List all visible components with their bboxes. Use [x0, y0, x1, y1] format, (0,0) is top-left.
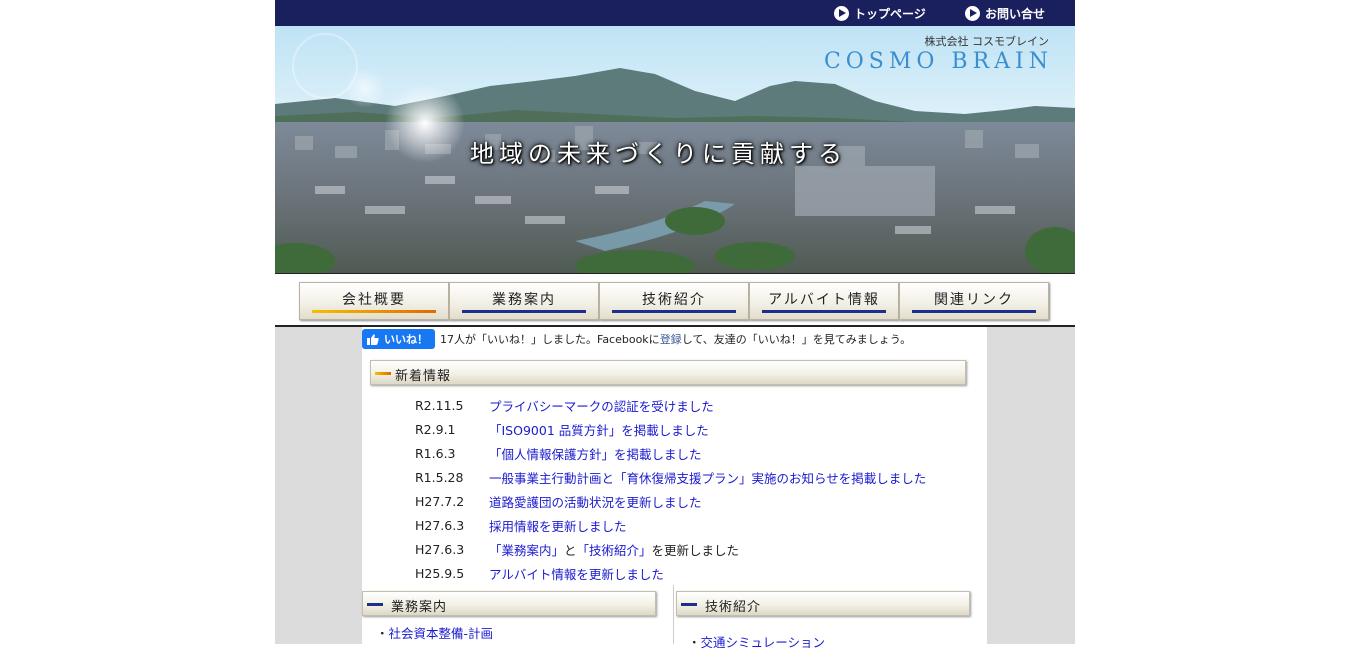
nav-underline: [612, 310, 736, 313]
facebook-text-prefix: 17人が「いいね！」しました。Facebookに: [440, 333, 660, 346]
tech-list-item: ・交通シミュレーション: [688, 635, 826, 650]
news-item: H27.7.2 道路愛護団の活動状況を更新しました: [415, 489, 975, 513]
nav-technology[interactable]: 技術紹介: [599, 282, 749, 320]
top-page-link-label: トップページ: [854, 6, 926, 21]
news-date: H27.6.3: [415, 517, 465, 533]
page-wrapper: トップページ お問い合せ 株式会社 コスモブレイン COSMO BRAIN 地域…: [275, 0, 1075, 650]
news-date: H25.9.5: [415, 565, 465, 581]
nav-underline: [462, 310, 586, 313]
news-text-mid: と: [564, 542, 577, 558]
nav-label: 業務案内: [492, 292, 556, 308]
main-nav: 会社概要 業務案内 技術紹介 アルバイト情報 関連リンク: [299, 282, 1051, 320]
news-date: H27.7.2: [415, 493, 465, 509]
tech-section-title: 技術紹介: [705, 600, 762, 615]
section-marker: [375, 372, 391, 375]
tech-section-header: 技術紹介: [676, 591, 970, 616]
banner-tagline: 地域の未来づくりに貢献する: [470, 140, 847, 168]
news-link-technology[interactable]: 「技術紹介」: [577, 543, 652, 558]
facebook-register-link[interactable]: 登録: [660, 333, 682, 346]
nav-underline: [912, 310, 1036, 313]
news-item: R1.6.3 「個人情報保護方針」を掲載しました: [415, 441, 975, 465]
facebook-like-count-text: 17人が「いいね！」しました。Facebookに登録して、友達の「いいね！」を見…: [440, 331, 911, 347]
news-link[interactable]: 道路愛護団の活動状況を更新しました: [489, 492, 702, 511]
company-subtitle: 株式会社 コスモブレイン: [924, 35, 1050, 48]
news-item: H25.9.5 アルバイト情報を更新しました: [415, 561, 975, 585]
news-date: R2.11.5: [415, 397, 464, 413]
news-link[interactable]: プライバシーマークの認証を受けました: [489, 396, 714, 415]
news-link[interactable]: アルバイト情報を更新しました: [489, 564, 664, 583]
company-logo: COSMO BRAIN: [823, 49, 1053, 74]
news-item: H27.6.3 採用情報を更新しました: [415, 513, 975, 537]
top-page-link[interactable]: トップページ: [834, 5, 926, 21]
news-date: R1.6.3: [415, 445, 456, 461]
news-date: R1.5.28: [415, 469, 464, 485]
news-text-end: を更新しました: [651, 542, 740, 558]
nav-label: 技術紹介: [642, 292, 706, 308]
facebook-like-label: いいね！: [384, 333, 428, 346]
nav-label: 会社概要: [342, 292, 406, 308]
business-section-header: 業務案内: [362, 591, 656, 616]
main-content: いいね！ 17人が「いいね！」しました。Facebookに登録して、友達の「いい…: [362, 327, 987, 650]
news-list: R2.11.5 プライバシーマークの認証を受けました R2.9.1 「ISO90…: [415, 393, 975, 585]
news-link[interactable]: 採用情報を更新しました: [489, 516, 627, 535]
nav-business[interactable]: 業務案内: [449, 282, 599, 320]
news-date: H27.6.3: [415, 541, 465, 557]
news-link[interactable]: 「個人情報保護方針」を掲載しました: [489, 444, 702, 463]
business-list-item: ・社会資本整備-計画: [376, 626, 494, 641]
news-link[interactable]: 一般事業主行動計画と「育休復帰支援プラン」実施のお知らせを掲載しました: [489, 468, 926, 487]
facebook-like-button[interactable]: いいね！: [362, 329, 435, 349]
contact-link-label: お問い合せ: [985, 6, 1046, 21]
nav-label: アルバイト情報: [768, 292, 880, 308]
business-section-title: 業務案内: [391, 600, 448, 615]
nav-links[interactable]: 関連リンク: [899, 282, 1049, 320]
nav-company-overview[interactable]: 会社概要: [299, 282, 449, 320]
top-bar: トップページ お問い合せ: [275, 0, 1075, 26]
contact-link[interactable]: お問い合せ: [965, 5, 1045, 21]
tech-item-link[interactable]: 交通シミュレーション: [701, 635, 826, 650]
column-divider: [673, 585, 674, 644]
nav-part-time[interactable]: アルバイト情報: [749, 282, 899, 320]
news-item: R2.11.5 プライバシーマークの認証を受けました: [415, 393, 975, 417]
news-item: R2.9.1 「ISO9001 品質方針」を掲載しました: [415, 417, 975, 441]
nav-label: 関連リンク: [934, 292, 1014, 308]
facebook-text-suffix: して、友達の「いいね！」を見てみましょう。: [681, 333, 912, 346]
news-link[interactable]: 「ISO9001 品質方針」を掲載しました: [489, 420, 709, 439]
header-banner: 株式会社 コスモブレイン COSMO BRAIN 地域の未来づくりに貢献する: [275, 26, 1075, 274]
section-marker: [681, 603, 697, 606]
news-item: H27.6.3 「業務案内」と「技術紹介」を更新しました: [415, 537, 975, 561]
news-date: R2.9.1: [415, 421, 456, 437]
news-section-title: 新着情報: [395, 369, 452, 384]
news-link-business[interactable]: 「業務案内」: [489, 543, 564, 558]
play-arrow-icon: [965, 5, 980, 21]
news-item: R1.5.28 一般事業主行動計画と「育休復帰支援プラン」実施のお知らせを掲載し…: [415, 465, 975, 489]
business-item-link[interactable]: 社会資本整備-計画: [389, 626, 494, 641]
news-text: 「業務案内」と「技術紹介」を更新しました: [489, 540, 739, 559]
nav-underline: [312, 310, 436, 313]
play-arrow-icon: [834, 5, 849, 21]
section-marker: [367, 603, 383, 606]
news-section-header: 新着情報: [370, 360, 966, 385]
facebook-like-widget: いいね！ 17人が「いいね！」しました。Facebookに登録して、友達の「いい…: [362, 329, 911, 349]
thumbs-up-icon: [367, 333, 379, 345]
nav-underline: [762, 310, 886, 313]
